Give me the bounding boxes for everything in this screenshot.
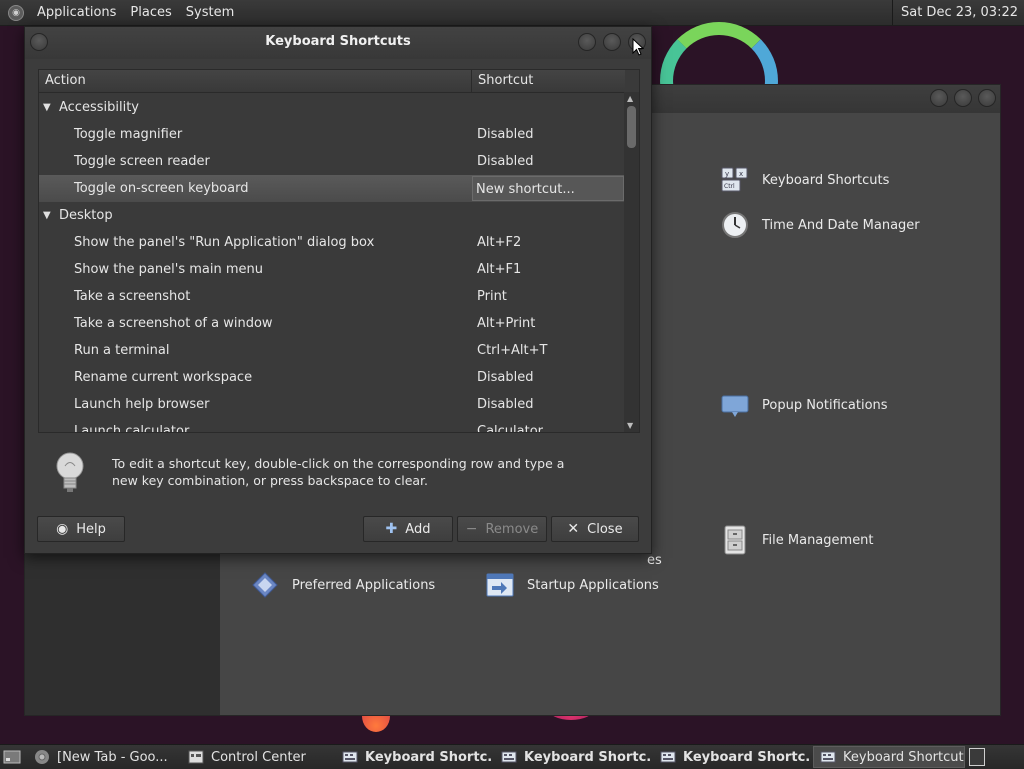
dialog-titlebar[interactable]: Keyboard Shortcuts	[25, 27, 651, 59]
lightbulb-icon	[53, 449, 87, 500]
close-dialog-button[interactable]: ✕ Close	[551, 516, 639, 542]
category-row-desktop[interactable]: ▼ Desktop	[39, 202, 625, 229]
cc-item-label: Popup Notifications	[762, 397, 888, 413]
help-icon: ◉	[56, 521, 69, 537]
keyboard-icon: y x Ctrl	[720, 165, 750, 195]
taskbar-item-keyboard-shortcuts[interactable]: Keyboard Shortc...	[336, 746, 493, 768]
maximize-button[interactable]	[954, 89, 972, 107]
column-header-action[interactable]: Action	[45, 73, 86, 88]
svg-text:x: x	[739, 170, 743, 178]
preferred-apps-icon	[250, 570, 280, 600]
close-icon: ✕	[567, 521, 580, 537]
table-row[interactable]: Toggle screen reader Disabled	[39, 148, 625, 175]
keyboard-icon	[501, 749, 517, 765]
close-button[interactable]	[978, 89, 996, 107]
system-menu[interactable]: System	[179, 5, 241, 20]
table-row[interactable]: Take a screenshot of a window Alt+Print	[39, 310, 625, 337]
mouse-cursor-icon	[632, 37, 645, 60]
cc-item-label: Keyboard Shortcuts	[762, 172, 890, 188]
shortcuts-tree[interactable]: Action Shortcut ▼ Accessibility Toggle m…	[38, 69, 640, 433]
expander-down-icon[interactable]: ▼	[43, 94, 51, 121]
notification-icon	[720, 390, 750, 420]
cc-item-label: Preferred Applications	[292, 577, 436, 593]
tree-rows: ▼ Accessibility Toggle magnifier Disable…	[39, 94, 625, 432]
remove-button[interactable]: − Remove	[457, 516, 547, 542]
table-row[interactable]: Launch calculator Calculator	[39, 418, 625, 432]
keyboard-icon	[660, 749, 676, 765]
table-row[interactable]: Show the panel's main menu Alt+F1	[39, 256, 625, 283]
add-button[interactable]: ✚ Add	[363, 516, 453, 542]
tree-header: Action Shortcut	[39, 70, 625, 93]
taskbar-item-keyboard-shortcuts-active[interactable]: Keyboard Shortcuts	[813, 746, 965, 768]
table-row[interactable]: Show the panel's "Run Application" dialo…	[39, 229, 625, 256]
help-button[interactable]: ◉ Help	[37, 516, 125, 542]
taskbar-item-chrome[interactable]: [New Tab - Goo...	[28, 746, 180, 768]
taskbar: [New Tab - Goo... Control Center Keyboar…	[0, 744, 1024, 769]
cc-partial-label: es	[647, 553, 662, 568]
table-row[interactable]: Toggle magnifier Disabled	[39, 121, 625, 148]
scrollbar-thumb[interactable]	[627, 106, 636, 148]
shortcut-capture-field[interactable]: New shortcut...	[472, 176, 624, 201]
dialog-title: Keyboard Shortcuts	[265, 34, 411, 49]
vertical-scrollbar[interactable]: ▲ ▼	[624, 92, 639, 432]
cc-item-keyboard-shortcuts[interactable]: y x Ctrl Keyboard Shortcuts	[720, 165, 889, 195]
file-cabinet-icon	[720, 525, 750, 555]
cc-item-label: Time And Date Manager	[762, 217, 920, 233]
cc-item-time-and-date[interactable]: Time And Date Manager	[720, 210, 920, 240]
panel-clock[interactable]: Sat Dec 23, 03:22	[891, 0, 1024, 25]
startup-apps-icon	[485, 570, 515, 600]
table-row[interactable]: Take a screenshot Print	[39, 283, 625, 310]
applications-menu[interactable]: Applications	[30, 5, 123, 20]
places-menu[interactable]: Places	[123, 5, 178, 20]
clock-icon	[720, 210, 750, 240]
minus-icon: −	[465, 521, 478, 537]
minimize-button[interactable]	[578, 33, 596, 51]
keyboard-icon	[342, 749, 358, 765]
control-center-icon	[188, 749, 204, 765]
cc-item-label: File Management	[762, 532, 874, 548]
svg-text:Ctrl: Ctrl	[724, 183, 735, 190]
show-desktop-button[interactable]	[2, 747, 22, 767]
column-divider[interactable]	[471, 70, 472, 92]
table-row[interactable]: Run a terminal Ctrl+Alt+T	[39, 337, 625, 364]
scroll-down-icon[interactable]: ▼	[627, 421, 633, 430]
taskbar-item-keyboard-shortcuts[interactable]: Keyboard Shortc...	[654, 746, 811, 768]
category-row-accessibility[interactable]: ▼ Accessibility	[39, 94, 625, 121]
chrome-icon	[34, 749, 50, 765]
maximize-button[interactable]	[603, 33, 621, 51]
keyboard-icon	[820, 749, 836, 765]
table-row[interactable]: Launch help browser Disabled	[39, 391, 625, 418]
top-panel: ◉ Applications Places System Sat Dec 23,…	[0, 0, 1024, 26]
keyboard-shortcuts-dialog: Keyboard Shortcuts Action Shortcut ▼ Acc…	[24, 26, 652, 554]
cc-item-startup-applications[interactable]: Startup Applications	[485, 570, 659, 600]
cc-item-file-management[interactable]: File Management	[720, 525, 874, 555]
cc-item-preferred-applications[interactable]: Preferred Applications	[250, 570, 435, 600]
hint-text: To edit a shortcut key, double-click on …	[112, 456, 565, 488]
svg-text:y: y	[725, 170, 729, 178]
hint-area: To edit a shortcut key, double-click on …	[53, 449, 613, 499]
distro-logo-icon[interactable]: ◉	[8, 4, 24, 21]
scroll-up-icon[interactable]: ▲	[627, 94, 633, 103]
column-header-shortcut[interactable]: Shortcut	[478, 73, 533, 88]
taskbar-item-control-center[interactable]: Control Center	[182, 746, 334, 768]
taskbar-item-keyboard-shortcuts[interactable]: Keyboard Shortc...	[495, 746, 652, 768]
plus-icon: ✚	[385, 521, 398, 537]
workspace-switcher[interactable]	[969, 748, 985, 766]
cc-item-label: Startup Applications	[527, 577, 659, 593]
minimize-button[interactable]	[930, 89, 948, 107]
table-row[interactable]: Rename current workspace Disabled	[39, 364, 625, 391]
expander-down-icon[interactable]: ▼	[43, 202, 51, 229]
table-row-selected[interactable]: Toggle on-screen keyboard New shortcut..…	[39, 175, 625, 202]
window-menu-button[interactable]	[30, 33, 48, 51]
cc-item-popup-notifications[interactable]: Popup Notifications	[720, 390, 888, 420]
